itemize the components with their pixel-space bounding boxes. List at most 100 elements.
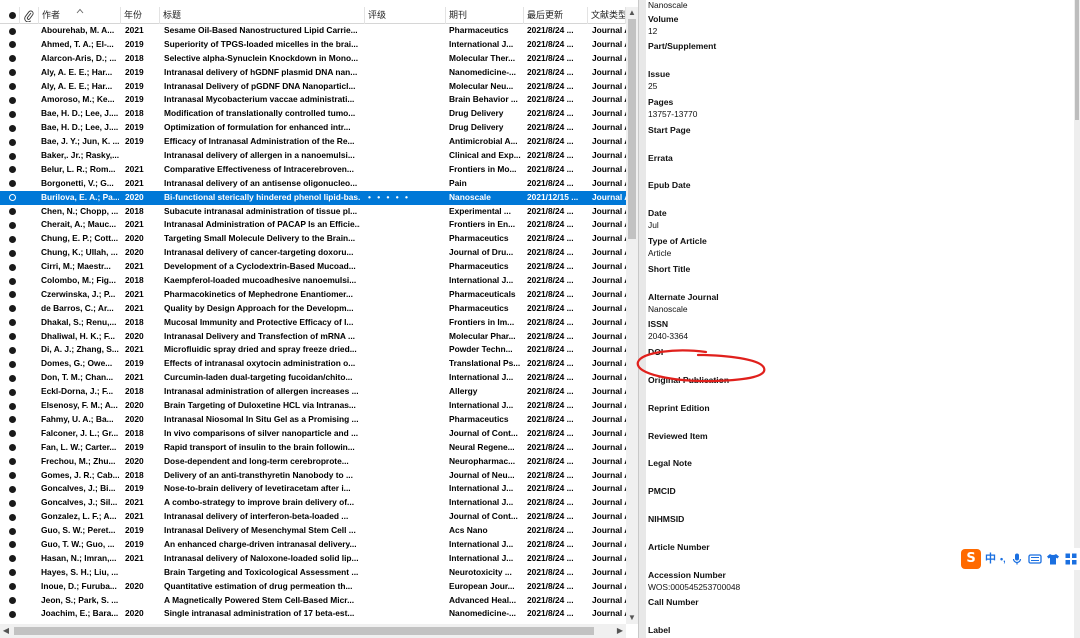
list-vertical-scrollbar[interactable]: ▲ ▼ xyxy=(626,7,638,624)
column-header-title[interactable]: 标题 xyxy=(160,7,365,24)
column-header-journal[interactable]: 期刊 xyxy=(446,7,524,24)
field-issn[interactable]: ISSN 2040-3364 xyxy=(648,318,1068,342)
field-accession-number[interactable]: Accession Number WOS:000545253700048 xyxy=(648,569,1068,593)
table-row[interactable]: Elsenosy, F. M.; A... 2020 Brain Targeting… xyxy=(0,399,626,413)
table-row[interactable]: Colombo, M.; Fig... 2018 Kaempferol-loaded… xyxy=(0,274,626,288)
skin-shirt-icon[interactable] xyxy=(1046,552,1060,566)
field-nihmsid[interactable]: NIHMSID xyxy=(648,513,1068,537)
field-part-supplement[interactable]: Part/Supplement xyxy=(648,40,1068,64)
table-row[interactable]: Goncalves, J.; Bi... 2019 Nose-to-brain de… xyxy=(0,482,626,496)
field-label[interactable]: Label xyxy=(648,624,1068,638)
table-row[interactable]: Goncalves, J.; Sil... 2021 A combo-strateg… xyxy=(0,496,626,510)
list-vertical-scroll-thumb[interactable] xyxy=(628,19,636,239)
table-row[interactable]: de Barros, C.; Ar... 2021 Quality by Desig… xyxy=(0,302,626,316)
table-row[interactable]: Guo, S. W.; Peret... 2019 Intranasal Deliv… xyxy=(0,524,626,538)
field-value[interactable]: Jul xyxy=(648,219,1068,231)
table-row[interactable]: Domes, G.; Owe... 2019 Effects of intranas… xyxy=(0,357,626,371)
field-epub-date[interactable]: Epub Date xyxy=(648,179,1068,203)
table-row[interactable]: Frechou, M.; Zhu... 2020 Dose-dependent an… xyxy=(0,455,626,469)
field-value[interactable]: WOS:000545253700048 xyxy=(648,581,1068,593)
field-value[interactable]: Nanoscale xyxy=(648,303,1068,315)
field-value[interactable] xyxy=(648,52,1068,64)
table-row-selected[interactable]: Burilova, E. A.; Pa... 2020 Bi-functional … xyxy=(0,190,626,205)
field-legal-note[interactable]: Legal Note xyxy=(648,457,1068,481)
field-short-title[interactable]: Short Title xyxy=(648,263,1068,287)
column-header-reference-type[interactable]: 文献类型 xyxy=(588,7,626,24)
field-reprint-edition[interactable]: Reprint Edition xyxy=(648,402,1068,426)
field-issue[interactable]: Issue 25 xyxy=(648,68,1068,92)
field-volume[interactable]: Volume 12 xyxy=(648,13,1068,37)
table-row[interactable]: Aly, A. E. E.; Har... 2019 Intranasal deli… xyxy=(0,66,626,80)
table-row[interactable]: Alarcon-Aris, D.; ... 2018 Selective alpha… xyxy=(0,52,626,66)
field-pmcid[interactable]: PMCID xyxy=(648,485,1068,509)
field-reviewed-item[interactable]: Reviewed Item xyxy=(648,430,1068,454)
field-value[interactable] xyxy=(648,191,1068,203)
field-errata[interactable]: Errata xyxy=(648,152,1068,176)
panel-splitter[interactable] xyxy=(638,0,646,638)
table-row[interactable]: Gonzalez, L. F.; A... 2021 Intranasal deli… xyxy=(0,510,626,524)
field-pages[interactable]: Pages 13757-13770 xyxy=(648,96,1068,120)
field-value[interactable] xyxy=(648,164,1068,176)
field-value[interactable] xyxy=(648,608,1068,620)
table-row[interactable]: Cirri, M.; Maestr... 2021 Development of a… xyxy=(0,260,626,274)
field-value[interactable] xyxy=(648,442,1068,454)
list-horizontal-scroll-thumb[interactable] xyxy=(14,627,594,635)
table-row[interactable]: Hayes, S. H.; Liu, ... Brain Targeting an… xyxy=(0,566,626,580)
field-call-number[interactable]: Call Number xyxy=(648,596,1068,620)
table-row[interactable]: Guo, T. W.; Guo, ... 2019 An enhanced char… xyxy=(0,538,626,552)
table-row[interactable]: Falconer, J. L.; Gr... 2018 In vivo compar… xyxy=(0,427,626,441)
field-value[interactable]: Article xyxy=(648,247,1068,259)
table-row[interactable]: Belur, L. R.; Rom... 2021 Comparative Effe… xyxy=(0,163,626,177)
column-header-read-status[interactable] xyxy=(0,7,20,24)
table-row[interactable]: Chung, E. P.; Cott... 2020 Targeting Small… xyxy=(0,232,626,246)
scroll-right-arrow-icon[interactable]: ▶ xyxy=(614,624,626,638)
table-row[interactable]: Di, A. J.; Zhang, S... 2021 Microfluidic s… xyxy=(0,343,626,357)
scroll-up-arrow-icon[interactable]: ▲ xyxy=(626,7,638,19)
scroll-left-arrow-icon[interactable]: ◀ xyxy=(0,624,12,638)
field-panel-scrollbar[interactable] xyxy=(1074,0,1080,638)
table-row[interactable]: Fahmy, U. A.; Ba... 2020 Intranasal Niosom… xyxy=(0,413,626,427)
field-type-of-article[interactable]: Type of Article Article xyxy=(648,235,1068,259)
scroll-down-arrow-icon[interactable]: ▼ xyxy=(626,612,638,624)
field-value[interactable] xyxy=(648,497,1068,509)
column-header-last-updated[interactable]: 最后更新 xyxy=(524,7,588,24)
table-row[interactable]: Dhaliwal, H. K.; F... 2020 Intranasal Deli… xyxy=(0,330,626,344)
table-row[interactable]: Chen, N.; Chopp, ... 2018 Subacute intrana… xyxy=(0,205,626,219)
table-row[interactable]: Fan, L. W.; Carter... 2019 Rapid transport… xyxy=(0,441,626,455)
table-row[interactable]: Ahmed, T. A.; El-... 2019 Superiority of T… xyxy=(0,38,626,52)
field-value[interactable] xyxy=(648,414,1068,426)
field-value[interactable]: Nanoscale xyxy=(648,0,1068,11)
field-value[interactable]: 12 xyxy=(648,25,1068,37)
field-value[interactable] xyxy=(648,136,1068,148)
field-value[interactable] xyxy=(648,275,1068,287)
field-value[interactable] xyxy=(648,525,1068,537)
table-row[interactable]: Czerwinska, J.; P... 2021 Pharmacokinetics… xyxy=(0,288,626,302)
field-value[interactable]: 25 xyxy=(648,80,1068,92)
table-row[interactable]: Hasan, N.; Imran,... 2021 Intranasal deliv… xyxy=(0,552,626,566)
table-row[interactable]: Bae, H. D.; Lee, J.... 2018 Modification o… xyxy=(0,107,626,121)
field-alternate-journal[interactable]: Alternate Journal Nanoscale xyxy=(648,291,1068,315)
table-row[interactable]: Chung, K.; Ullah, ... 2020 Intranasal deli… xyxy=(0,246,626,260)
table-row[interactable]: Eckl-Dorna, J.; F... 2018 Intranasal admin… xyxy=(0,385,626,399)
field-date[interactable]: Date Jul xyxy=(648,207,1068,231)
table-row[interactable]: Amoroso, M.; Ke... 2019 Intranasal Mycobac… xyxy=(0,93,626,107)
table-row[interactable]: Don, T. M.; Chan... 2021 Curcumin-laden du… xyxy=(0,371,626,385)
table-row[interactable]: Inoue, D.; Furuba... 2020 Quantitative est… xyxy=(0,580,626,594)
field-panel-scroll-thumb[interactable] xyxy=(1075,0,1079,120)
column-header-year[interactable]: 年份 xyxy=(121,7,160,24)
table-row[interactable]: Bae, J. Y.; Jun, K. ... 2019 Efficacy of I… xyxy=(0,135,626,149)
field-value[interactable]: 2040-3364 xyxy=(648,330,1068,342)
microphone-icon[interactable] xyxy=(1010,552,1024,566)
field-journal[interactable]: Nanoscale xyxy=(648,0,1068,11)
toolbox-grid-icon[interactable] xyxy=(1064,552,1078,566)
list-horizontal-scrollbar[interactable]: ◀ ▶ xyxy=(0,624,626,638)
table-row[interactable]: Dhakal, S.; Renu,... 2018 Mucosal Immunity… xyxy=(0,316,626,330)
keyboard-icon[interactable] xyxy=(1028,552,1042,566)
table-row[interactable]: Joachim, E.; Bara... 2020 Single intranasa… xyxy=(0,607,626,621)
column-header-attachment[interactable] xyxy=(20,7,39,24)
field-value[interactable]: 13757-13770 xyxy=(648,108,1068,120)
table-row[interactable]: Aly, A. E. E.; Har... 2019 Intranasal Deli… xyxy=(0,80,626,94)
table-row[interactable]: Borgonetti, V.; G... 2021 Intranasal deliv… xyxy=(0,177,626,191)
table-row[interactable]: Cherait, A.; Mauc... 2021 Intranasal Admin… xyxy=(0,218,626,232)
ime-logo-icon[interactable]: S xyxy=(961,549,981,569)
